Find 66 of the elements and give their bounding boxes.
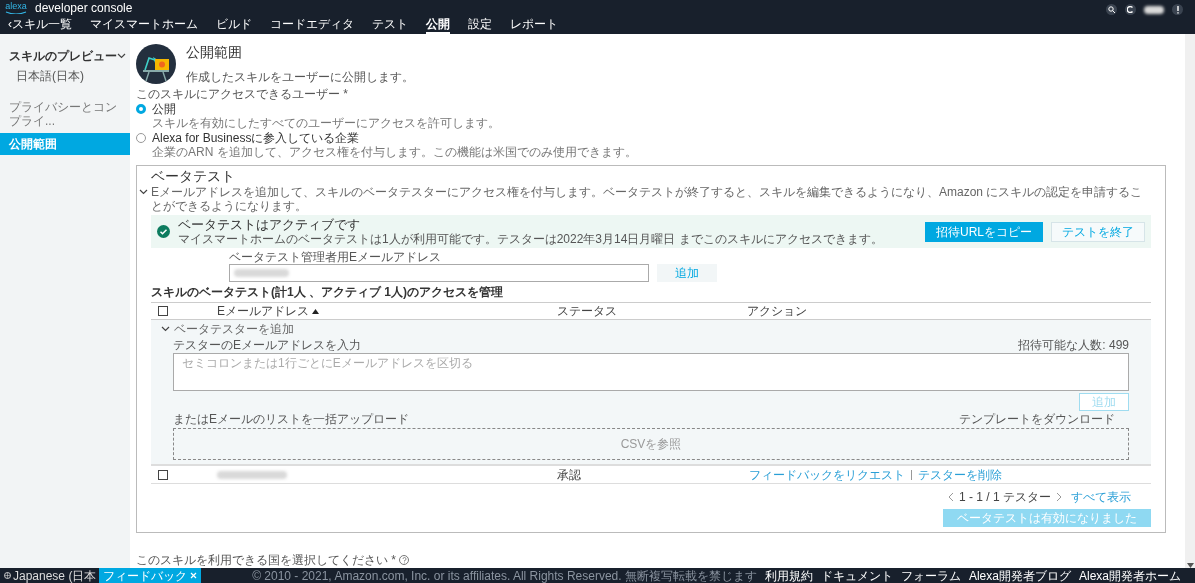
desk-lamp-laptop-icon: [136, 44, 176, 84]
next-page-icon[interactable]: [1056, 493, 1061, 501]
email-input-field[interactable]: [229, 264, 649, 282]
copyright-text: © 2010 - 2021, Amazon.com, Inc. or its affiliates. All Rights Reserved. 無断複写転載を禁じます: [252, 569, 757, 582]
app-title: developer console: [35, 0, 133, 15]
nav-tab[interactable]: コードエディタ: [270, 15, 354, 34]
chevron-down-icon[interactable]: [139, 188, 148, 196]
remaining-count: 招待可能な人数: 499: [1018, 338, 1129, 352]
email-list-field[interactable]: セミコロンまたは1行ごとにEメールアドレスを区切る: [173, 353, 1129, 391]
checkbox[interactable]: [158, 469, 168, 480]
nav-tab[interactable]: マイスマートホーム: [90, 15, 198, 34]
nav-tab[interactable]: テスト: [372, 15, 408, 34]
nav-tab[interactable]: ‹スキル一覧: [8, 15, 72, 34]
footer-link[interactable]: 利用規約: [764, 569, 813, 582]
section-description: Eメールアドレスを追加して、スキルのベータテスターにアクセス権を付与します。ベータテストが終了すると、スキルを編集できるようになり、Amazon にスキルの認定を申請することができるようになります。: [151, 185, 1144, 213]
sidebar-group-label[interactable]: スキルのプレビュー: [9, 49, 117, 63]
nav-tab[interactable]: 設定: [468, 15, 492, 34]
radio-label[interactable]: 公開: [152, 102, 500, 116]
check-circle-icon: [157, 225, 170, 238]
radio-button[interactable]: [136, 133, 146, 143]
chevron-down-icon[interactable]: [161, 325, 170, 333]
nav-tab[interactable]: レポート: [510, 15, 558, 34]
language-selector[interactable]: Japanese (日本: [13, 569, 97, 582]
status-text: 承認: [557, 467, 581, 482]
column-header[interactable]: ステータス: [557, 304, 617, 318]
previous-page-icon[interactable]: [948, 493, 954, 501]
section-title: ベータテスト: [151, 168, 236, 185]
sidebar-item[interactable]: プライバシーとコンプライ...: [0, 96, 130, 132]
field-label: このスキルにアクセスできるユーザー *: [136, 87, 349, 101]
nav-tab[interactable]: ビルド: [216, 15, 252, 34]
radio-label[interactable]: Alexa for Businessに参入している企業: [152, 131, 637, 145]
banner-text: マイスマートホームのベータテストは1人が利用可能です。テスターは2022年3月14日月曜日 までこのスキルにアクセスできます。: [178, 232, 884, 246]
page-subtitle: 作成したスキルをユーザーに公開します。: [186, 70, 414, 84]
blurred-text: [1144, 5, 1164, 14]
column-header[interactable]: アクション: [747, 304, 807, 318]
field-label: このスキルを利用できる国を選択してください *: [136, 553, 396, 567]
template-link[interactable]: テンプレートをダウンロード: [959, 412, 1115, 426]
radio-button[interactable]: [136, 104, 146, 114]
banner-title: ベータテストはアクティブです: [178, 217, 361, 232]
footer-link[interactable]: フォーラム: [900, 569, 961, 582]
footer-link[interactable]: ドキュメント: [820, 569, 893, 582]
option-description: 企業のARN を追加して、アクセス権を付与します。この機能は米国でのみ使用できます。: [152, 145, 637, 159]
field-label: ベータテスト管理者用Eメールアドレス: [229, 250, 442, 264]
smile-icon: [5, 10, 27, 14]
scrollbar[interactable]: [1185, 34, 1195, 568]
sort-up-icon[interactable]: [312, 308, 319, 314]
blurred-text: [234, 269, 289, 277]
close-icon[interactable]: [190, 572, 198, 579]
blurred-text: [217, 470, 287, 479]
page-title: 公開範囲: [186, 44, 243, 61]
enable-beta-button: ベータテストは有効になりました: [943, 509, 1151, 527]
column-header[interactable]: Eメールアドレス: [217, 304, 309, 318]
option-description: スキルを有効にしたすべてのユーザーにアクセスを許可します。: [152, 116, 500, 130]
nav-tab[interactable]: 公開: [426, 15, 450, 34]
pagination-range: 1 - 1 / 1 テスター: [958, 490, 1051, 504]
field-label: テスターのEメールアドレスを入力: [173, 338, 361, 352]
globe-icon[interactable]: [4, 572, 11, 579]
table-heading: スキルのベータテスト(計1人 、アクティブ 1人)のアクセスを管理: [151, 285, 504, 299]
checkbox[interactable]: [158, 306, 168, 316]
panel-title[interactable]: ベータテスターを追加: [174, 322, 294, 336]
sidebar-item[interactable]: 日本語(日本): [0, 66, 130, 86]
footer-link[interactable]: Alexa開発者ホーム: [1078, 569, 1181, 582]
chevron-down-icon[interactable]: [117, 52, 126, 60]
field-label: またはEメールのリストを一括アップロード: [173, 412, 409, 426]
logo-text: alexa: [5, 1, 27, 11]
footer-link[interactable]: Alexa開発者ブログ: [968, 569, 1071, 582]
